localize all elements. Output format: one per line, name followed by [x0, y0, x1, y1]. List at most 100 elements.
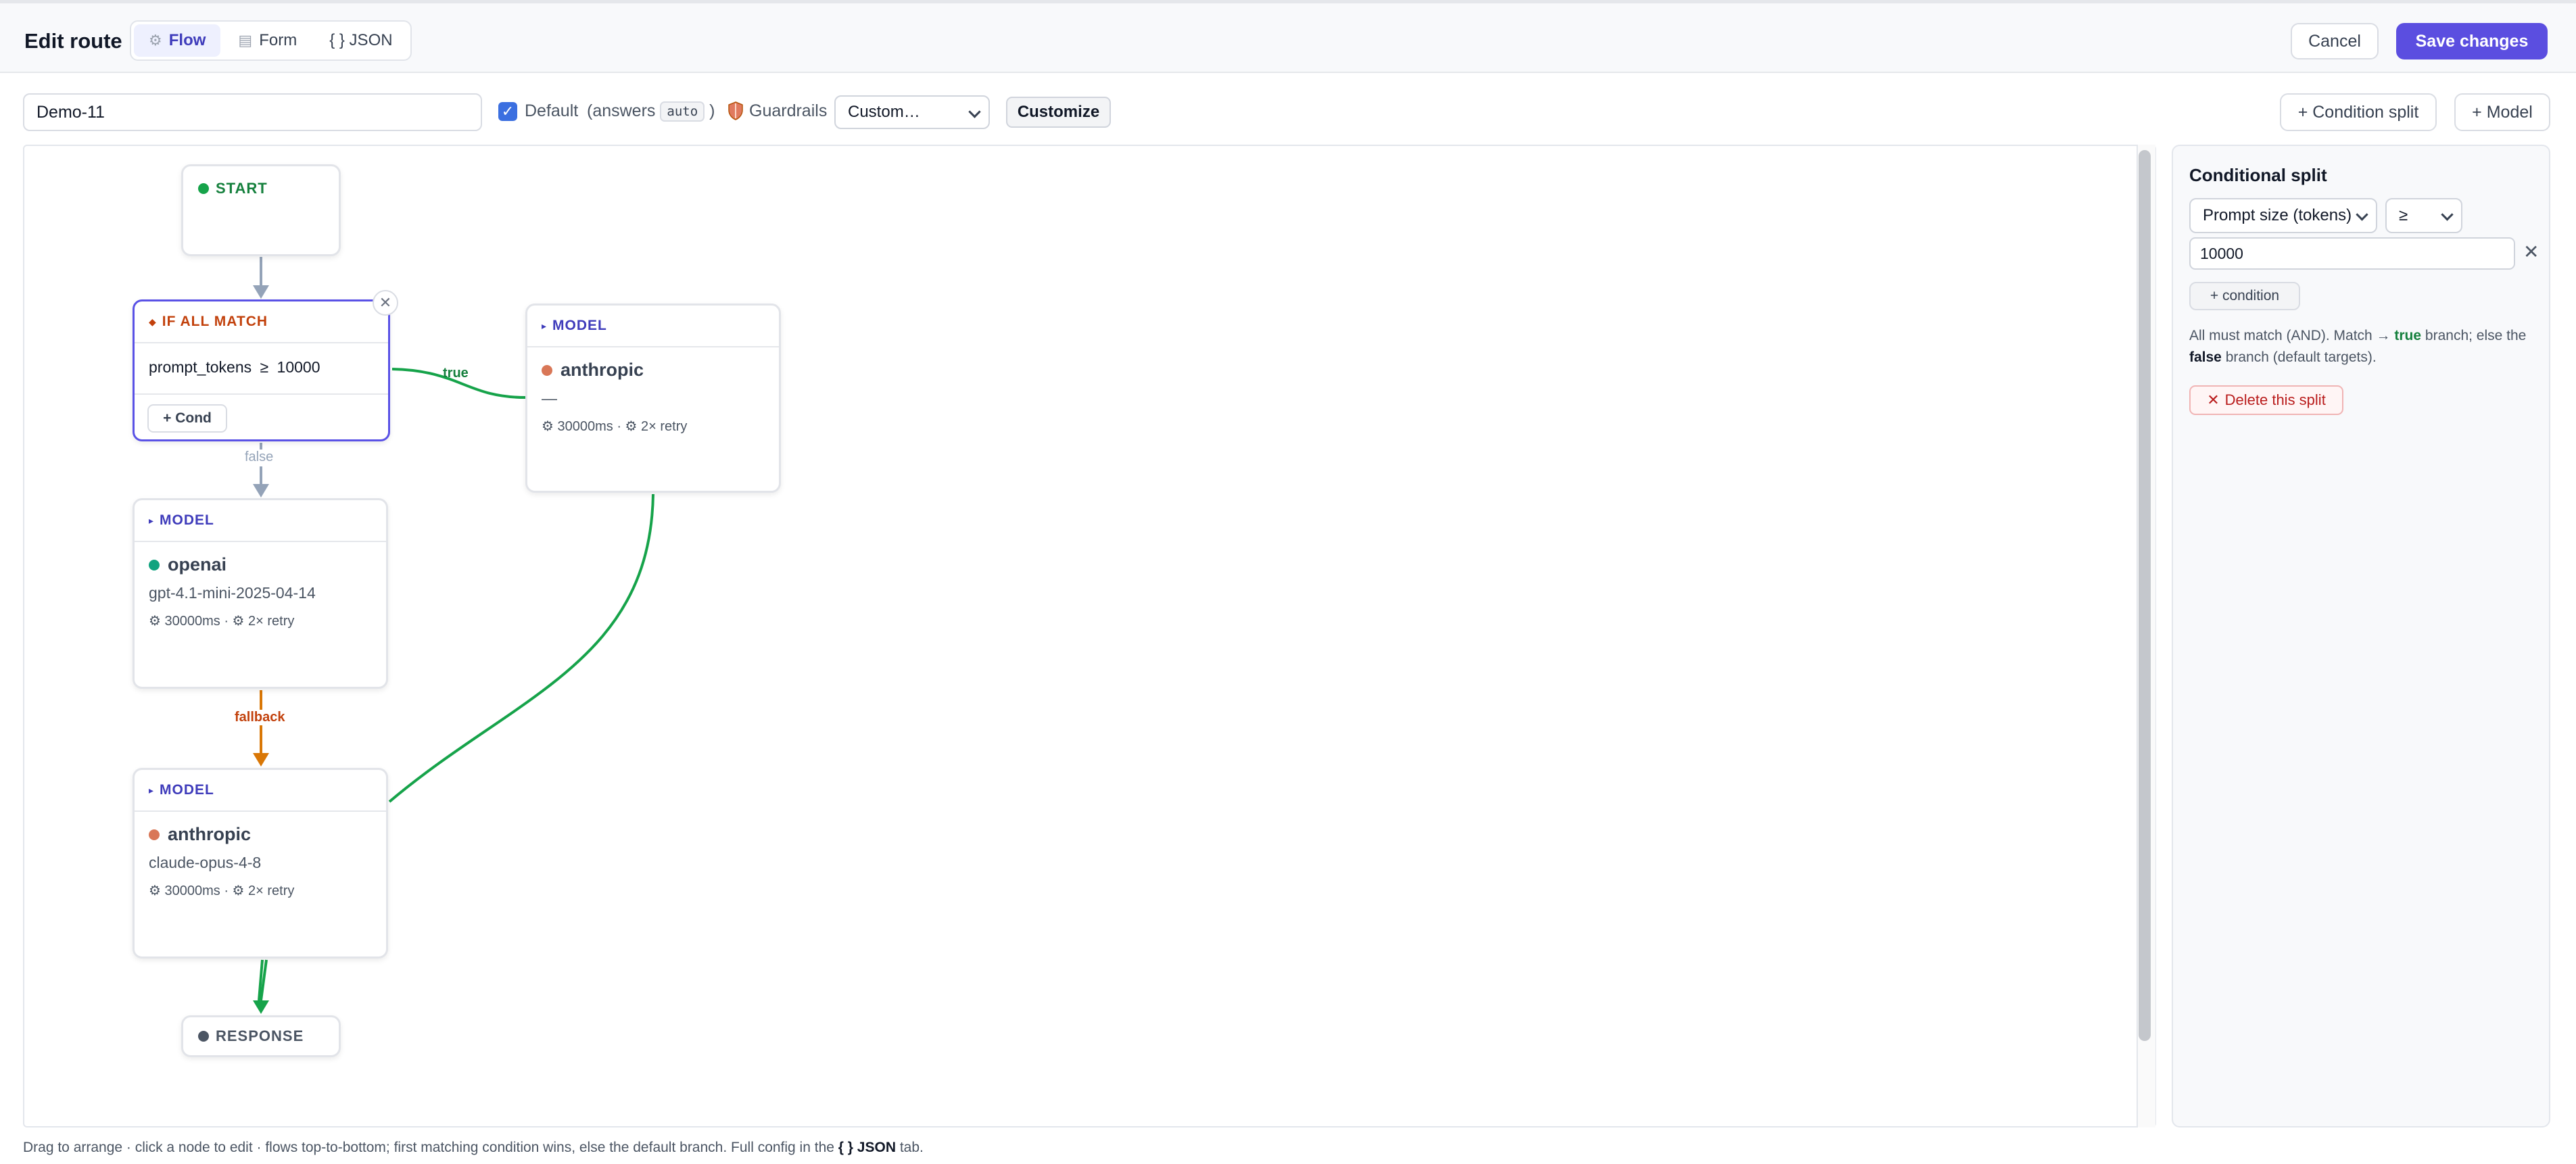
provider-dot	[149, 559, 160, 571]
model-id: —	[542, 389, 557, 407]
cancel-button[interactable]: Cancel	[2291, 23, 2379, 59]
footer-hint-json: { } JSON	[838, 1140, 896, 1155]
help-text-3: branch (default targets).	[2221, 349, 2377, 365]
answers-prefix: (answers	[587, 101, 656, 120]
chevron-down-icon	[968, 105, 981, 118]
delete-split-button[interactable]: ✕ Delete this split	[2189, 385, 2343, 415]
add-condition-button[interactable]: + condition	[2189, 282, 2300, 310]
condition-kind: ◆ IF ALL MATCH	[149, 301, 268, 342]
diamond-icon: ◆	[149, 316, 157, 327]
view-mode-switcher: ⚙ Flow ▤ Form { } JSON	[130, 20, 412, 61]
delete-split-label: Delete this split	[2224, 391, 2326, 408]
condition-value: 10000	[277, 358, 320, 376]
model-kind-label: MODEL	[160, 782, 214, 798]
model-provider: anthropic	[542, 360, 644, 381]
edge-label-true: true	[443, 366, 469, 381]
divider	[527, 346, 779, 347]
footer-hint: Drag to arrange · click a node to edit ·…	[23, 1140, 924, 1156]
guardrails-label: Guardrails	[749, 101, 828, 120]
model-meta: ⚙ 30000ms · ⚙ 2× retry	[542, 419, 688, 434]
condition-operator-value: ≥	[2399, 206, 2408, 224]
model-node-openai[interactable]: ▸ MODEL openai gpt-4.1-mini-2025-04-14 ⚙…	[133, 498, 388, 689]
header-bar: Edit route ⚙ Flow ▤ Form { } JSON Cancel…	[0, 0, 2576, 73]
model-provider: anthropic	[149, 824, 251, 845]
footer-hint-suffix: tab.	[895, 1140, 924, 1155]
default-checkbox[interactable]: ✓	[498, 102, 517, 121]
chevron-down-icon	[2441, 208, 2454, 221]
divider	[135, 393, 388, 395]
save-button[interactable]: Save changes	[2396, 23, 2548, 59]
condition-expression: prompt_tokens ≥ 10000	[149, 358, 320, 377]
model-id: claude-opus-4-8	[149, 854, 262, 871]
divider	[135, 342, 388, 343]
tab-form[interactable]: ▤ Form	[223, 24, 312, 57]
customize-button[interactable]: Customize	[1006, 97, 1111, 128]
start-label: START	[198, 180, 268, 197]
condition-operator: ≥	[260, 358, 269, 376]
model-provider: openai	[149, 554, 226, 575]
response-label-text: RESPONSE	[216, 1027, 304, 1044]
model-node-anthropic-fallback[interactable]: ▸ MODEL anthropic claude-opus-4-8 ⚙ 3000…	[133, 768, 388, 959]
conditional-split-panel: Conditional split Prompt size (tokens) ≥…	[2172, 145, 2550, 1127]
model-kind-label: MODEL	[552, 318, 607, 333]
help-text-2: branch; else the	[2421, 328, 2527, 343]
condition-operator-select[interactable]: ≥	[2385, 198, 2462, 233]
chevron-down-icon	[2356, 208, 2368, 221]
remove-condition-icon[interactable]: ✕	[2523, 241, 2539, 263]
model-meta: ⚙ 30000ms · ⚙ 2× retry	[149, 614, 295, 629]
guardrails-value: Custom…	[848, 103, 920, 121]
response-label: RESPONSE	[198, 1017, 304, 1055]
start-node[interactable]: START	[181, 164, 341, 256]
condition-field-select[interactable]: Prompt size (tokens)	[2189, 198, 2377, 233]
response-node[interactable]: RESPONSE	[181, 1015, 341, 1057]
help-false: false	[2189, 349, 2222, 365]
tab-json-label: { } JSON	[329, 31, 393, 49]
model-kind-label: MODEL	[160, 512, 214, 528]
shield-icon	[728, 101, 743, 120]
route-name-input[interactable]	[23, 93, 482, 131]
answers-code: auto	[660, 101, 705, 122]
bullet-icon: ▸	[542, 320, 548, 331]
condition-node[interactable]: ◆ IF ALL MATCH prompt_tokens ≥ 10000 + C…	[133, 299, 390, 441]
condition-field: prompt_tokens	[149, 358, 252, 376]
split-help-text: All must match (AND). Match → true branc…	[2189, 325, 2534, 368]
provider-name: openai	[168, 554, 227, 575]
tab-form-label: Form	[259, 31, 297, 49]
tab-flow-label: Flow	[168, 31, 206, 49]
model-id: gpt-4.1-mini-2025-04-14	[149, 584, 316, 602]
help-text-1: All must match (AND). Match →	[2189, 328, 2395, 343]
threshold-input[interactable]: 10000	[2189, 237, 2515, 270]
close-icon[interactable]: ✕	[373, 290, 398, 316]
model-kind: ▸ MODEL	[149, 770, 214, 810]
bullet-icon: ▸	[149, 784, 155, 796]
guardrails-select[interactable]: Custom…	[834, 95, 990, 129]
add-model-button[interactable]: + Model	[2454, 93, 2550, 131]
provider-name: anthropic	[168, 824, 252, 844]
add-condition-split-button[interactable]: + Condition split	[2280, 93, 2437, 131]
divider	[135, 810, 386, 812]
edge-label-false: false	[245, 450, 274, 465]
add-condition-button[interactable]: + Cond	[147, 404, 227, 433]
model-node-anthropic-true[interactable]: ▸ MODEL anthropic — ⚙ 30000ms · ⚙ 2× ret…	[525, 304, 781, 493]
condition-field-value: Prompt size (tokens)	[2203, 206, 2352, 224]
tab-flow[interactable]: ⚙ Flow	[134, 24, 221, 57]
bullet-icon: ▸	[149, 514, 155, 526]
panel-title: Conditional split	[2189, 165, 2327, 185]
model-meta: ⚙ 30000ms · ⚙ 2× retry	[149, 883, 295, 898]
provider-dot	[542, 364, 552, 376]
flow-icon: ⚙	[149, 32, 162, 49]
tab-json[interactable]: { } JSON	[314, 24, 407, 57]
default-label: Default	[525, 101, 579, 120]
canvas-scrollbar-thumb[interactable]	[2139, 150, 2151, 1041]
answers-suffix: )	[709, 101, 715, 120]
footer-hint-prefix: Drag to arrange · click a node to edit ·…	[23, 1140, 838, 1155]
help-true: true	[2394, 328, 2422, 343]
provider-name: anthropic	[560, 360, 644, 380]
form-icon: ▤	[238, 32, 253, 49]
answers-note: (answers auto )	[587, 101, 715, 122]
divider	[135, 541, 386, 542]
close-icon: ✕	[2207, 391, 2220, 408]
status-dot	[198, 1031, 209, 1042]
status-dot	[198, 183, 209, 194]
provider-dot	[149, 829, 160, 840]
